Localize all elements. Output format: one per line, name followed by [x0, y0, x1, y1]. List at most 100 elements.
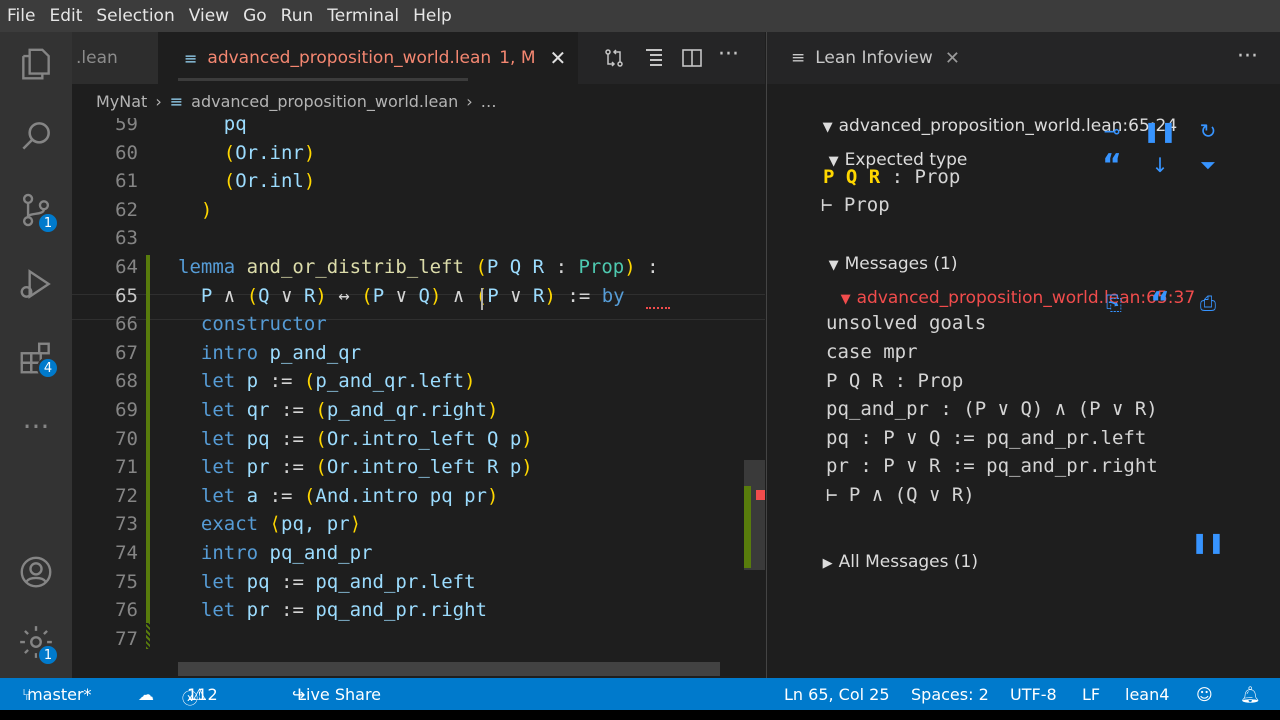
file-lines-icon: ≡ — [791, 48, 806, 68]
line-number: 72 — [115, 484, 138, 507]
code-line[interactable]: 67 intro p_and_qr — [72, 339, 765, 368]
code-text: let qr := (p_and_qr.right) — [200, 399, 499, 421]
code-line[interactable]: 66 constructor — [72, 310, 765, 339]
pause-icon[interactable]: ❚❚ — [1191, 529, 1225, 555]
code-text: ) — [200, 198, 213, 221]
more-actions-icon[interactable]: ··· — [1237, 44, 1258, 69]
breadcrumb-file[interactable]: advanced_proposition_world.lean — [191, 92, 458, 111]
message-line: pq : P ∨ Q := pq_and_pr.left — [826, 427, 1147, 449]
extensions-icon[interactable] — [0, 330, 72, 386]
line-number: 62 — [115, 198, 138, 221]
run-debug-icon[interactable] — [0, 256, 72, 312]
indentation[interactable]: Spaces: 2 — [911, 685, 989, 704]
breadcrumb: MyNat › ≡ advanced_proposition_world.lea… — [72, 84, 765, 118]
tab-active[interactable]: ≡ advanced_proposition_world.lean 1, M ✕ — [158, 32, 578, 84]
all-messages-header[interactable]: ▶ All Messages (1) — [801, 532, 978, 592]
cursor-position[interactable]: Ln 65, Col 25 — [784, 685, 890, 704]
more-actions-icon[interactable]: ··· — [718, 42, 739, 67]
copy-to-comment-icon[interactable]: “ — [1099, 148, 1125, 183]
end-of-line[interactable]: LF — [1082, 685, 1100, 704]
code-line[interactable]: 63 — [72, 224, 765, 253]
line-number: 71 — [115, 456, 138, 479]
code-line[interactable]: 62 ) — [72, 196, 765, 225]
feedback-icon[interactable]: ☺ — [1196, 685, 1213, 704]
line-number: 70 — [115, 427, 138, 450]
more-icon[interactable]: ··· — [0, 398, 72, 454]
line-number: 77 — [115, 627, 138, 650]
encoding[interactable]: UTF-8 — [1010, 685, 1057, 704]
breadcrumb-folder[interactable]: MyNat — [96, 92, 147, 111]
text-cursor — [481, 288, 483, 310]
sync-icon[interactable]: ☁ — [138, 685, 154, 704]
code-text: exact ⟨pq, pr⟩ — [200, 513, 362, 536]
code-line[interactable]: 70 let pq := (Or.intro_left Q p) — [72, 425, 765, 454]
filter-icon[interactable]: ⏷ — [1195, 152, 1221, 178]
code-editor[interactable]: 59 pq 60 (Or.inr) 61 (Or.inl) 62 ) 63 64 lemma… — [72, 118, 765, 678]
code-line[interactable]: 75 let pq := pq_and_pr.left — [72, 568, 765, 597]
refresh-icon[interactable]: ↻ — [1195, 118, 1221, 144]
menu-edit[interactable]: Edit — [42, 6, 89, 26]
code-line[interactable]: 68 let p := (p_and_qr.left) — [72, 367, 765, 396]
code-line[interactable]: 71 let pr := (Or.intro_left R p) — [72, 453, 765, 482]
code-text: let pq := pq_and_pr.left — [200, 570, 476, 593]
branch-item[interactable]: ⑂ master* — [22, 685, 92, 704]
code-line[interactable]: 61 (Or.inl) — [72, 167, 765, 196]
pin-icon[interactable]: ⊸ — [1099, 118, 1125, 144]
go-to-location-icon[interactable]: ⎘ — [1101, 290, 1127, 316]
menu-file[interactable]: File — [0, 6, 42, 26]
line-number: 63 — [115, 227, 138, 250]
menu-run[interactable]: Run — [274, 6, 321, 26]
infoview-title: Lean Infoview — [815, 48, 933, 68]
horizontal-scrollbar[interactable] — [178, 662, 720, 676]
live-share-item[interactable]: ↪ Live Share — [292, 685, 381, 704]
code-line[interactable]: 69 let qr := (p_and_qr.right) — [72, 396, 765, 425]
code-line[interactable]: 74 intro pq_and_pr — [72, 539, 765, 568]
code-text: constructor — [200, 313, 327, 336]
message-location: advanced_proposition_world.lean:65:37 — [856, 288, 1196, 308]
breadcrumb-more[interactable]: … — [481, 92, 497, 111]
code-text: P ∧ (Q ∨ R) ↔ (P ∨ Q) ∧ (P ∨ R) := by — [200, 284, 625, 307]
menu-terminal[interactable]: Terminal — [320, 6, 406, 26]
code-line[interactable]: 72 let a := (And.intro pq pr) — [72, 482, 765, 511]
source-control-icon[interactable] — [0, 182, 72, 238]
copy-icon[interactable]: ⎙ — [1195, 290, 1221, 316]
search-icon[interactable] — [0, 108, 72, 164]
code-line[interactable]: 64 lemma and_or_distrib_left (P Q R : Pro… — [72, 253, 765, 282]
code-text: lemma and_or_distrib_left (P Q R : Prop)… — [178, 256, 659, 278]
arrow-down-icon[interactable]: ↓ — [1147, 152, 1173, 178]
tab-previous[interactable]: .lean — [72, 32, 158, 84]
problems-item[interactable]: ⓧ 1 ⚠ 12 — [182, 685, 218, 708]
compare-changes-icon[interactable] — [602, 46, 626, 70]
menu-help[interactable]: Help — [406, 6, 459, 26]
line-number: 69 — [115, 399, 138, 421]
tab-active-underline — [178, 78, 468, 81]
split-editor-icon[interactable] — [680, 46, 704, 70]
code-text: let pq := (Or.intro_left Q p) — [200, 427, 533, 450]
explorer-icon[interactable] — [0, 36, 72, 92]
code-text: let pr := (Or.intro_left R p) — [200, 456, 533, 479]
code-line[interactable]: 77 — [72, 625, 765, 654]
message-line: pr : P ∨ R := pq_and_pr.right — [826, 455, 1158, 477]
account-icon[interactable] — [0, 544, 72, 600]
notifications-bell-icon[interactable]: 🔔︎ — [1240, 685, 1260, 704]
code-line[interactable]: 73 exact ⟨pq, pr⟩ — [72, 510, 765, 539]
scm-badge: 1 — [37, 212, 59, 234]
code-line[interactable]: 60 (Or.inr) — [72, 139, 765, 168]
error-squiggle — [646, 305, 670, 309]
code-line[interactable]: 59 pq — [72, 118, 765, 139]
copy-to-comment-icon[interactable]: “ — [1147, 286, 1173, 321]
code-line[interactable]: 76 let pr := pq_and_pr.right — [72, 596, 765, 625]
language-mode[interactable]: lean4 — [1125, 685, 1169, 704]
caret-right-icon: ▶ — [822, 556, 833, 571]
live-share-label: Live Share — [297, 684, 382, 704]
close-icon[interactable]: ✕ — [945, 48, 960, 69]
settings-gear-icon[interactable] — [0, 614, 72, 670]
menu-view[interactable]: View — [182, 6, 236, 26]
line-number: 74 — [115, 542, 138, 564]
menu-go[interactable]: Go — [236, 6, 274, 26]
close-icon[interactable]: ✕ — [550, 46, 567, 70]
menu-selection[interactable]: Selection — [89, 6, 181, 26]
preview-icon[interactable] — [642, 46, 666, 70]
pause-icon[interactable]: ❚❚ — [1143, 118, 1177, 144]
code-text: let a := (And.intro pq pr) — [200, 484, 499, 507]
